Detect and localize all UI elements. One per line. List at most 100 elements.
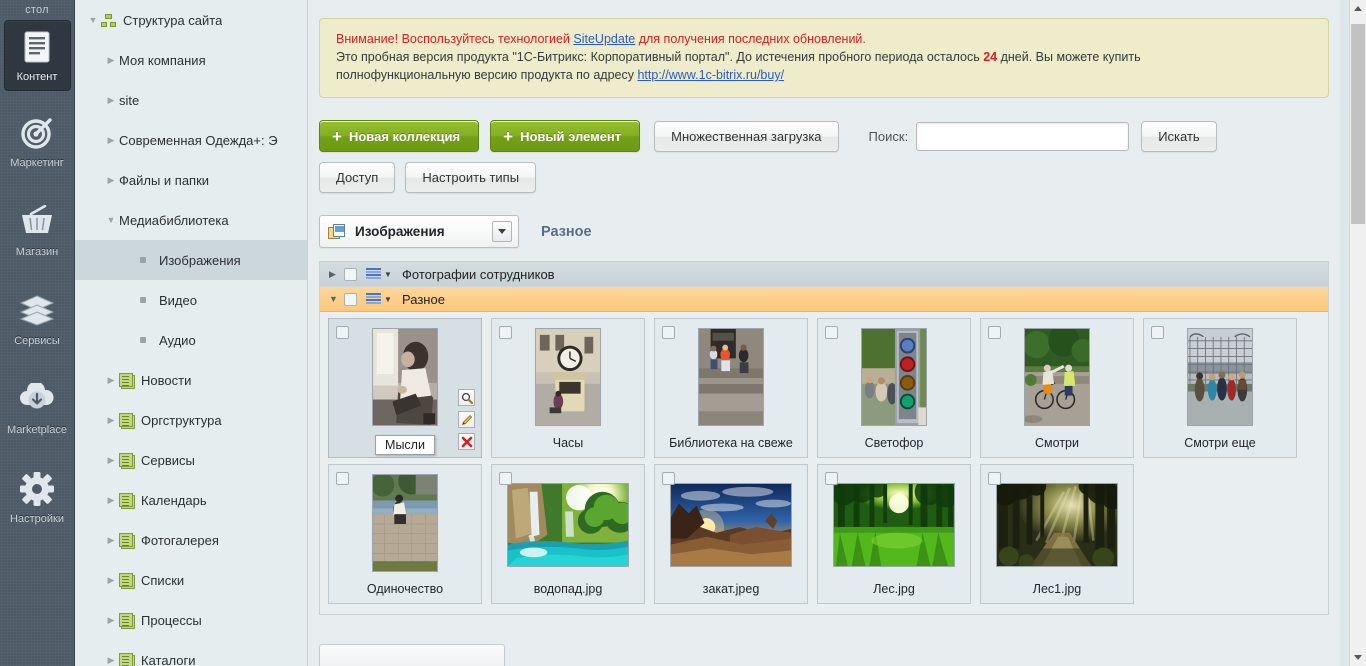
search-input[interactable]	[916, 121, 1130, 151]
thumbnail-observation-deck[interactable]	[1187, 328, 1253, 426]
tree-node-orgstruktura[interactable]: ▶ Оргструктура	[75, 400, 307, 440]
chevron-down-icon[interactable]: ▼	[103, 215, 119, 225]
chevron-right-icon[interactable]: ▶	[103, 575, 119, 585]
tree-node-processy[interactable]: ▶ Процессы	[75, 600, 307, 640]
card-checkbox[interactable]	[662, 326, 675, 339]
thumbnail-sunset[interactable]	[670, 483, 792, 567]
rail-item-settings[interactable]: Настройки	[4, 463, 71, 532]
edit-icon[interactable]	[458, 411, 475, 428]
multi-upload-button[interactable]: Множественная загрузка	[654, 120, 839, 152]
thumbnail-clock-tower[interactable]	[535, 328, 601, 426]
tree-node-novosti[interactable]: ▶ Новости	[75, 360, 307, 400]
tree-node-fajly-i-papki[interactable]: ▶ Файлы и папки	[75, 160, 307, 200]
chevron-right-icon[interactable]: ▶	[103, 175, 119, 185]
collection-row-misc[interactable]: ▼ ▼ Разное	[320, 287, 1328, 312]
search-button[interactable]: Искать	[1141, 120, 1217, 152]
view-icon[interactable]	[458, 389, 475, 406]
tree-node-spiski[interactable]: ▶ Списки	[75, 560, 307, 600]
thumbnail-lonely-pier[interactable]	[372, 474, 438, 572]
tree-node-servisy[interactable]: ▶ Сервисы	[75, 440, 307, 480]
access-button[interactable]: Доступ	[319, 162, 396, 193]
chevron-down-icon[interactable]: ▼	[384, 270, 396, 279]
media-card[interactable]: закат.jpeg	[654, 464, 808, 604]
rail-item-services[interactable]: Сервисы	[4, 285, 71, 354]
collection-checkbox[interactable]	[344, 292, 357, 306]
chevron-down-icon[interactable]: ▼	[384, 295, 396, 304]
chevron-right-icon[interactable]: ▶	[103, 535, 119, 545]
card-checkbox[interactable]	[662, 472, 675, 485]
tree-node-site[interactable]: ▶ site	[75, 80, 307, 120]
tree-node-sovremennaya-odezhda[interactable]: ▶ Современная Одежда+: Э	[75, 120, 307, 160]
media-card[interactable]: Мысли	[328, 318, 482, 458]
collection-row-employees[interactable]: ▶ ▼ Фотографии сотрудников	[320, 262, 1328, 287]
card-checkbox[interactable]	[1151, 326, 1164, 339]
chevron-right-icon[interactable]: ▶	[103, 495, 119, 505]
chevron-down-icon[interactable]	[492, 221, 512, 242]
footer-panel-stub[interactable]	[319, 644, 505, 666]
rail-item-marketing[interactable]: Маркетинг	[4, 107, 71, 176]
media-card[interactable]: Смотри еще	[1143, 318, 1297, 458]
chevron-right-icon[interactable]: ▶	[103, 415, 119, 425]
rail-item-marketplace[interactable]: Marketplace	[4, 374, 71, 443]
sitemap-icon	[101, 13, 123, 27]
media-type-select[interactable]: Изображения	[319, 215, 519, 248]
chevron-right-icon[interactable]: ▶	[103, 455, 119, 465]
configure-types-button[interactable]: Настроить типы	[405, 162, 537, 193]
card-checkbox[interactable]	[336, 472, 349, 485]
tree-node-audio[interactable]: ▶ Аудио	[75, 320, 307, 360]
media-card[interactable]: Часы	[491, 318, 645, 458]
tree-node-mediabiblioteka[interactable]: ▼ Медиабиблиотека	[75, 200, 307, 240]
thumbnail-woman-reading[interactable]	[372, 328, 438, 426]
collection-checkbox[interactable]	[344, 267, 357, 281]
chevron-right-icon[interactable]: ▶	[329, 269, 344, 280]
thumbnail-forest-path[interactable]	[996, 483, 1118, 567]
page-scrollbar[interactable]	[1349, 0, 1366, 666]
card-checkbox[interactable]	[499, 472, 512, 485]
chevron-right-icon[interactable]: ▶	[103, 615, 119, 625]
buy-link[interactable]: http://www.1c-bitrix.ru/buy/	[637, 68, 784, 82]
scroll-thumb[interactable]	[1351, 24, 1365, 224]
siteupdate-link[interactable]: SiteUpdate	[573, 32, 635, 46]
media-card[interactable]: Светофор	[817, 318, 971, 458]
tree-node-kalendar[interactable]: ▶ Календарь	[75, 480, 307, 520]
chevron-down-icon[interactable]: ▼	[85, 15, 101, 25]
tree-node-struktura-sajta[interactable]: ▼ Структура сайта	[75, 0, 307, 40]
new-collection-button[interactable]: + Новая коллекция	[319, 120, 480, 152]
delete-icon[interactable]	[458, 433, 475, 450]
thumbnail-forest-green[interactable]	[833, 483, 955, 567]
tree-node-katalogi[interactable]: ▶ Каталоги	[75, 640, 307, 666]
thumbnail-cyclists[interactable]	[1024, 328, 1090, 426]
media-card[interactable]: Одиночество	[328, 464, 482, 604]
card-checkbox[interactable]	[988, 472, 1001, 485]
media-card[interactable]: Лес.jpg	[817, 464, 971, 604]
scroll-up-arrow[interactable]	[1350, 0, 1366, 17]
card-checkbox[interactable]	[825, 472, 838, 485]
card-checkbox[interactable]	[336, 326, 349, 339]
tree-node-video[interactable]: ▶ Видео	[75, 280, 307, 320]
media-card[interactable]: Лес1.jpg	[980, 464, 1134, 604]
card-caption: Смотри еще	[1184, 436, 1256, 450]
chevron-down-icon[interactable]: ▼	[329, 294, 344, 304]
card-checkbox[interactable]	[499, 326, 512, 339]
media-card[interactable]: Смотри	[980, 318, 1134, 458]
thumbnail-waterfall[interactable]	[507, 483, 629, 567]
site-structure-tree[interactable]: ▼ Структура сайта ▶ Моя компания ▶ site …	[75, 0, 308, 666]
chevron-right-icon[interactable]: ▶	[103, 95, 119, 105]
tree-node-moya-kompaniya[interactable]: ▶ Моя компания	[75, 40, 307, 80]
card-checkbox[interactable]	[825, 326, 838, 339]
chevron-right-icon[interactable]: ▶	[103, 655, 119, 665]
chevron-right-icon[interactable]: ▶	[103, 375, 119, 385]
media-card[interactable]: Библиотека на свежe	[654, 318, 808, 458]
chevron-right-icon[interactable]: ▶	[103, 55, 119, 65]
tree-node-izobrazheniya[interactable]: ▶ Изображения	[75, 240, 307, 280]
thumbnail-traffic-light[interactable]	[861, 328, 927, 426]
media-card[interactable]: водопад.jpg	[491, 464, 645, 604]
rail-item-shop[interactable]: Магазин	[4, 196, 71, 265]
thumbnail-library-steps[interactable]	[698, 328, 764, 426]
tree-node-fotogalereya[interactable]: ▶ Фотогалерея	[75, 520, 307, 560]
rail-item-content[interactable]: Контент	[3, 20, 71, 91]
scroll-down-arrow[interactable]	[1350, 649, 1366, 666]
card-checkbox[interactable]	[988, 326, 1001, 339]
new-element-button[interactable]: + Новый элемент	[490, 120, 641, 152]
chevron-right-icon[interactable]: ▶	[103, 135, 119, 145]
